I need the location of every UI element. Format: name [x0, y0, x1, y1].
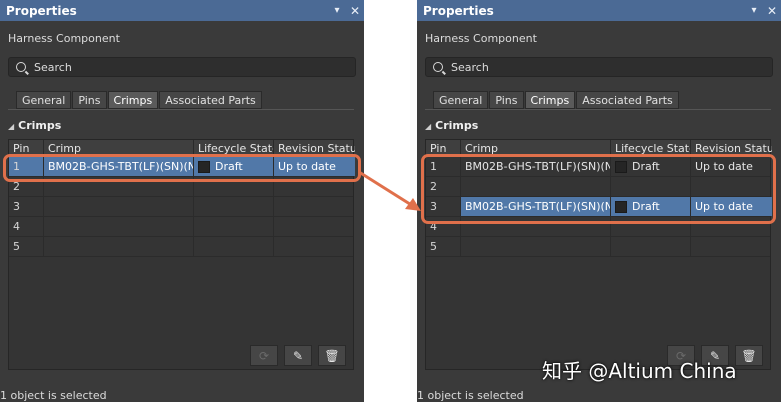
section-title: Crimps [435, 119, 479, 132]
cell-revision [274, 217, 355, 236]
search-box[interactable] [425, 57, 773, 77]
cell-lifecycle [194, 217, 274, 236]
edit-button[interactable]: ✎ [284, 345, 312, 366]
tab-associated-parts[interactable]: Associated Parts [159, 91, 262, 109]
section-header-crimps[interactable]: ◢ Crimps [8, 119, 61, 132]
tab-associated-parts[interactable]: Associated Parts [576, 91, 679, 109]
tabs-divider [425, 109, 771, 110]
cell-crimp[interactable] [44, 237, 194, 256]
pin-dropdown-icon[interactable]: ▾ [328, 5, 346, 16]
cell-lifecycle [194, 197, 274, 216]
watermark-text: 知乎 @Altium China [542, 359, 737, 383]
pencil-icon: ✎ [292, 348, 304, 363]
panel-title: Properties [6, 3, 77, 18]
cell-lifecycle [611, 237, 691, 256]
trash-icon: 🗑 [741, 348, 757, 363]
panel-titlebar: Properties ▾ ✕ [0, 0, 364, 21]
search-icon [433, 62, 443, 72]
arrow-icon [358, 170, 421, 211]
cell-crimp[interactable] [461, 237, 611, 256]
tab-general[interactable]: General [433, 91, 489, 109]
component-type-label: Harness Component [8, 32, 120, 45]
cell-revision [691, 237, 772, 256]
cell-revision [274, 237, 355, 256]
trash-icon: 🗑 [324, 348, 340, 363]
cell-pin: 5 [426, 237, 461, 256]
tab-bar: General Pins Crimps Associated Parts [16, 91, 263, 109]
properties-panel-before: Properties ▾ ✕ Harness Component General… [0, 0, 364, 402]
table-row[interactable]: 5 [9, 237, 353, 257]
table-row[interactable]: 3 [9, 197, 353, 217]
tabs-divider [8, 109, 354, 110]
delete-button[interactable]: 🗑 [735, 345, 763, 366]
table-actions: ⟳ ✎ 🗑 [244, 345, 346, 366]
cell-revision [274, 197, 355, 216]
table-row[interactable]: 4 [9, 217, 353, 237]
section-header-crimps[interactable]: ◢ Crimps [425, 119, 478, 132]
pin-dropdown-icon[interactable]: ▾ [745, 5, 763, 16]
status-text: 1 object is selected [0, 389, 107, 402]
delete-button[interactable]: 🗑 [318, 345, 346, 366]
table-row[interactable]: 5 [426, 237, 770, 257]
cell-pin: 4 [9, 217, 44, 236]
cell-pin: 5 [9, 237, 44, 256]
highlight-box-left [3, 154, 361, 182]
tab-crimps[interactable]: Crimps [524, 91, 576, 109]
close-icon[interactable]: ✕ [763, 4, 781, 18]
collapse-triangle-icon: ◢ [8, 122, 15, 131]
tab-general[interactable]: General [16, 91, 72, 109]
search-input[interactable] [34, 60, 334, 74]
cell-lifecycle [194, 237, 274, 256]
cell-crimp[interactable] [44, 217, 194, 236]
component-type-label: Harness Component [425, 32, 537, 45]
cell-crimp[interactable] [44, 197, 194, 216]
panel-title: Properties [423, 3, 494, 18]
search-input[interactable] [451, 60, 751, 74]
tab-bar: General Pins Crimps Associated Parts [433, 91, 680, 109]
tab-crimps[interactable]: Crimps [107, 91, 159, 109]
panel-titlebar: Properties ▾ ✕ [417, 0, 781, 21]
refresh-icon: ⟳ [258, 348, 270, 363]
search-icon [16, 62, 26, 72]
tab-pins[interactable]: Pins [489, 91, 524, 109]
section-title: Crimps [18, 119, 62, 132]
collapse-triangle-icon: ◢ [425, 122, 432, 131]
search-box[interactable] [8, 57, 356, 77]
refresh-button[interactable]: ⟳ [250, 345, 278, 366]
close-icon[interactable]: ✕ [346, 4, 364, 18]
status-text: 1 object is selected [417, 389, 524, 402]
tab-pins[interactable]: Pins [72, 91, 107, 109]
highlight-box-right [421, 154, 776, 224]
cell-pin: 3 [9, 197, 44, 216]
